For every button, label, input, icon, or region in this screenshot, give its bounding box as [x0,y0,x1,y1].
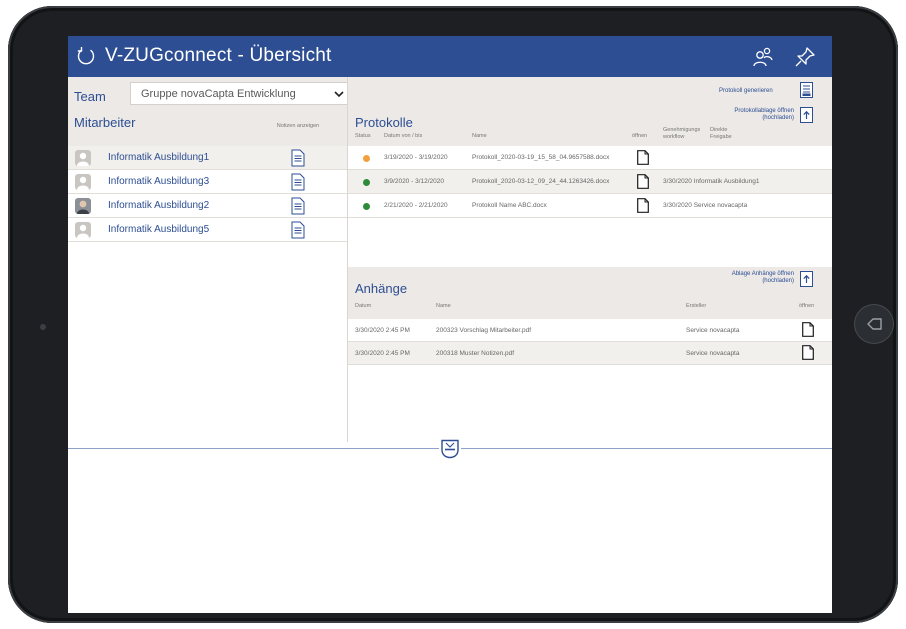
team-label: Team [74,89,106,104]
protocol-name: Protokoll Name ABC.docx [472,202,547,209]
attachment-name: 200318 Muster Notizen.pdf [436,350,515,357]
file-icon[interactable] [637,198,649,213]
attachments-header: Anhänge Ablage Anhänge öffnen (hochladen… [348,267,832,319]
release-column-header: Direkte Freigabe [710,127,732,140]
date-column-header: Datum von / bis [384,133,423,139]
upload-document-icon[interactable] [800,271,813,287]
attachment-date-header: Datum [355,303,372,309]
employee-row[interactable]: Informatik Ausbildung5 [68,218,347,242]
team-select[interactable]: Gruppe novaCapta Entwicklung [130,82,350,105]
protocol-row[interactable]: 3/19/2020 - 3/19/2020 Protokoll_2020-03-… [348,146,832,170]
name-column-header: Name [472,133,487,139]
note-icon[interactable] [291,221,305,239]
avatar-placeholder-icon [75,222,91,238]
attachment-name: 200323 Vorschlag Mitarbeiter.pdf [436,327,532,334]
workflow-column-header: Genehmigungs workflow [663,127,701,140]
attachments-title: Anhänge [355,281,408,296]
protocol-panel: Protokolle Protokoll generieren Protokol… [347,77,832,442]
back-arrow-icon [867,318,882,330]
generate-document-icon[interactable] [800,82,813,98]
file-icon[interactable] [802,345,814,360]
attachment-row[interactable]: 3/30/2020 2:45 PM 200323 Vorschlag Mitar… [348,319,832,342]
status-dot [363,203,370,210]
status-dot [363,155,370,162]
team-select-value: Gruppe novaCapta Entwicklung [141,88,296,100]
note-icon[interactable] [291,149,305,167]
open-column-header: öffnen [632,133,648,139]
employee-name: Informatik Ausbildung2 [108,200,210,211]
attachment-date: 3/30/2020 2:45 PM [355,350,410,357]
attachment-creator: Service novacapta [686,350,740,357]
status-dot [363,179,370,186]
generate-protocol-label[interactable]: Protokoll generieren [719,88,773,94]
pin-icon[interactable] [793,45,817,69]
home-button[interactable] [854,304,894,344]
people-icon[interactable] [751,45,775,69]
protocol-date: 3/19/2020 - 3/19/2020 [384,154,448,161]
status-column-header: Status [355,133,371,139]
upload-document-icon[interactable] [800,107,813,123]
avatar-photo-icon [75,198,91,214]
note-icon[interactable] [291,197,305,215]
avatar-placeholder-icon [75,150,91,166]
attachment-row[interactable]: 3/30/2020 2:45 PM 200318 Muster Notizen.… [348,342,832,365]
notes-column-header: Notizen anzeigen [276,123,320,129]
employee-row[interactable]: Informatik Ausbildung3 [68,170,347,194]
chevron-down-icon [334,91,344,98]
employee-row[interactable]: Informatik Ausbildung2 [68,194,347,218]
app-screen: V-ZUGconnect - Übersicht Team Gruppe nov… [68,36,832,613]
note-icon[interactable] [291,173,305,191]
title-bar: V-ZUGconnect - Übersicht [68,36,832,77]
employee-header: Team Gruppe novaCapta Entwicklung Mitarb… [68,77,350,146]
attachment-creator: Service novacapta [686,327,740,334]
protocol-name: Protokoll_2020-03-12_09_24_44.1263426.do… [472,178,610,185]
protocols-title: Protokolle [355,115,413,130]
attachment-date: 3/30/2020 2:45 PM [355,327,410,334]
protocol-date: 2/21/2020 - 2/21/2020 [384,202,448,209]
protocol-workflow: 3/30/2020 Informatik Ausbildung1 [663,178,760,185]
attachment-storage-label[interactable]: Ablage Anhänge öffnen (hochladen) [728,271,794,285]
protocol-workflow: 3/30/2020 Service novacapta [663,202,748,209]
file-icon[interactable] [637,150,649,165]
file-icon[interactable] [637,174,649,189]
employee-name: Informatik Ausbildung5 [108,224,210,235]
attachment-open-header: öffnen [799,303,815,309]
camera-dot [40,324,46,330]
vzug-logo-icon [439,439,461,459]
tablet-frame: V-ZUGconnect - Übersicht Team Gruppe nov… [8,6,898,623]
protocol-header: Protokolle Protokoll generieren Protokol… [348,77,832,146]
protocol-row[interactable]: 3/9/2020 - 3/12/2020 Protokoll_2020-03-1… [348,170,832,194]
attachment-creator-header: Ersteller [686,303,707,309]
protocol-name: Protokoll_2020-03-19_15_58_04.9657588.do… [472,154,610,161]
app-title: V-ZUGconnect - Übersicht [105,45,332,66]
protocol-row[interactable]: 2/21/2020 - 2/21/2020 Protokoll Name ABC… [348,194,832,218]
employee-row[interactable]: Informatik Ausbildung1 [68,146,347,170]
employee-name: Informatik Ausbildung1 [108,152,210,163]
file-icon[interactable] [802,322,814,337]
employee-panel: Team Gruppe novaCapta Entwicklung Mitarb… [68,77,350,442]
attachment-name-header: Name [436,303,451,309]
refresh-icon[interactable] [75,45,97,67]
employee-name: Informatik Ausbildung3 [108,176,210,187]
avatar-placeholder-icon [75,174,91,190]
protocol-storage-label[interactable]: Protokollablage öffnen (hochladen) [728,108,794,122]
employees-title: Mitarbeiter [74,115,136,130]
protocol-date: 3/9/2020 - 3/12/2020 [384,178,444,185]
